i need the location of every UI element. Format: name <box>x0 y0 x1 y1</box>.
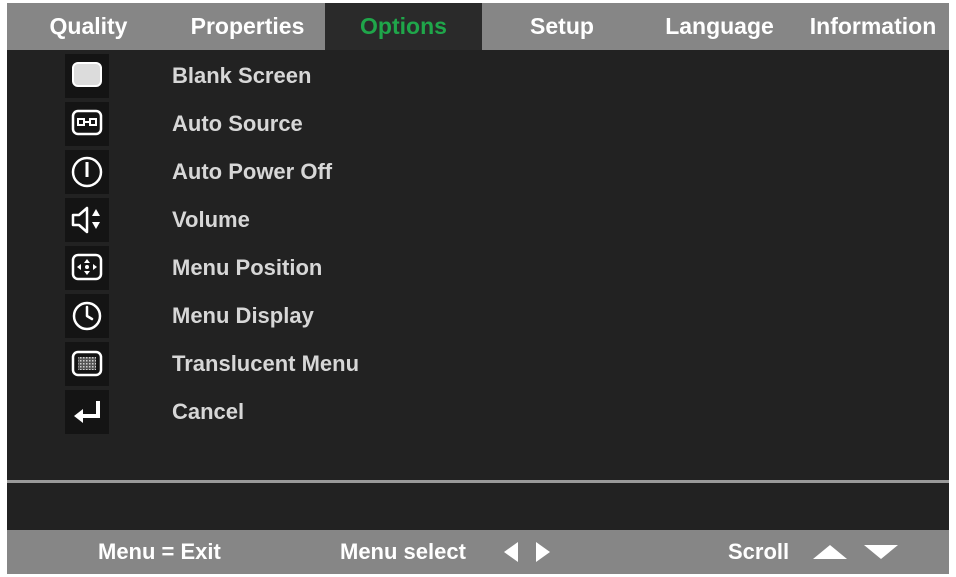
select-hint: Menu select <box>340 539 466 564</box>
divider <box>7 480 949 483</box>
arrow-left-icon <box>504 542 518 562</box>
exit-hint: Menu = Exit <box>98 539 221 564</box>
tab-language[interactable]: Language <box>642 3 797 50</box>
tab-options[interactable]: Options <box>325 3 482 50</box>
clock-icon <box>65 294 109 338</box>
enter-icon <box>65 390 109 434</box>
menu-item-volume[interactable]: Volume <box>172 198 250 242</box>
menu-item-auto-power-off[interactable]: Auto Power Off <box>172 150 332 194</box>
tab-setup[interactable]: Setup <box>482 3 642 50</box>
menu-item-menu-display[interactable]: Menu Display <box>172 294 314 338</box>
scroll-hint: Scroll <box>728 539 790 564</box>
volume-icon <box>65 198 109 242</box>
footer-hints: Menu = Exit Menu select Scroll <box>7 530 949 574</box>
menu-item-cancel[interactable]: Cancel <box>172 390 244 434</box>
arrow-up-icon <box>813 545 847 559</box>
tab-properties[interactable]: Properties <box>170 3 325 50</box>
tab-information[interactable]: Information <box>797 3 949 50</box>
osd-menu: Quality Properties Options Setup Languag… <box>7 3 949 574</box>
arrow-down-icon <box>864 545 898 559</box>
menu-item-auto-source[interactable]: Auto Source <box>172 102 303 146</box>
tab-bar: Quality Properties Options Setup Languag… <box>7 3 949 50</box>
blank-screen-icon <box>65 54 109 98</box>
tab-quality[interactable]: Quality <box>7 3 170 50</box>
power-icon <box>65 150 109 194</box>
translucent-icon <box>65 342 109 386</box>
menu-item-translucent-menu[interactable]: Translucent Menu <box>172 342 359 386</box>
menu-position-icon <box>65 246 109 290</box>
auto-source-icon <box>65 102 109 146</box>
menu-item-blank-screen[interactable]: Blank Screen <box>172 54 311 98</box>
menu-item-menu-position[interactable]: Menu Position <box>172 246 322 290</box>
arrow-right-icon <box>536 542 550 562</box>
